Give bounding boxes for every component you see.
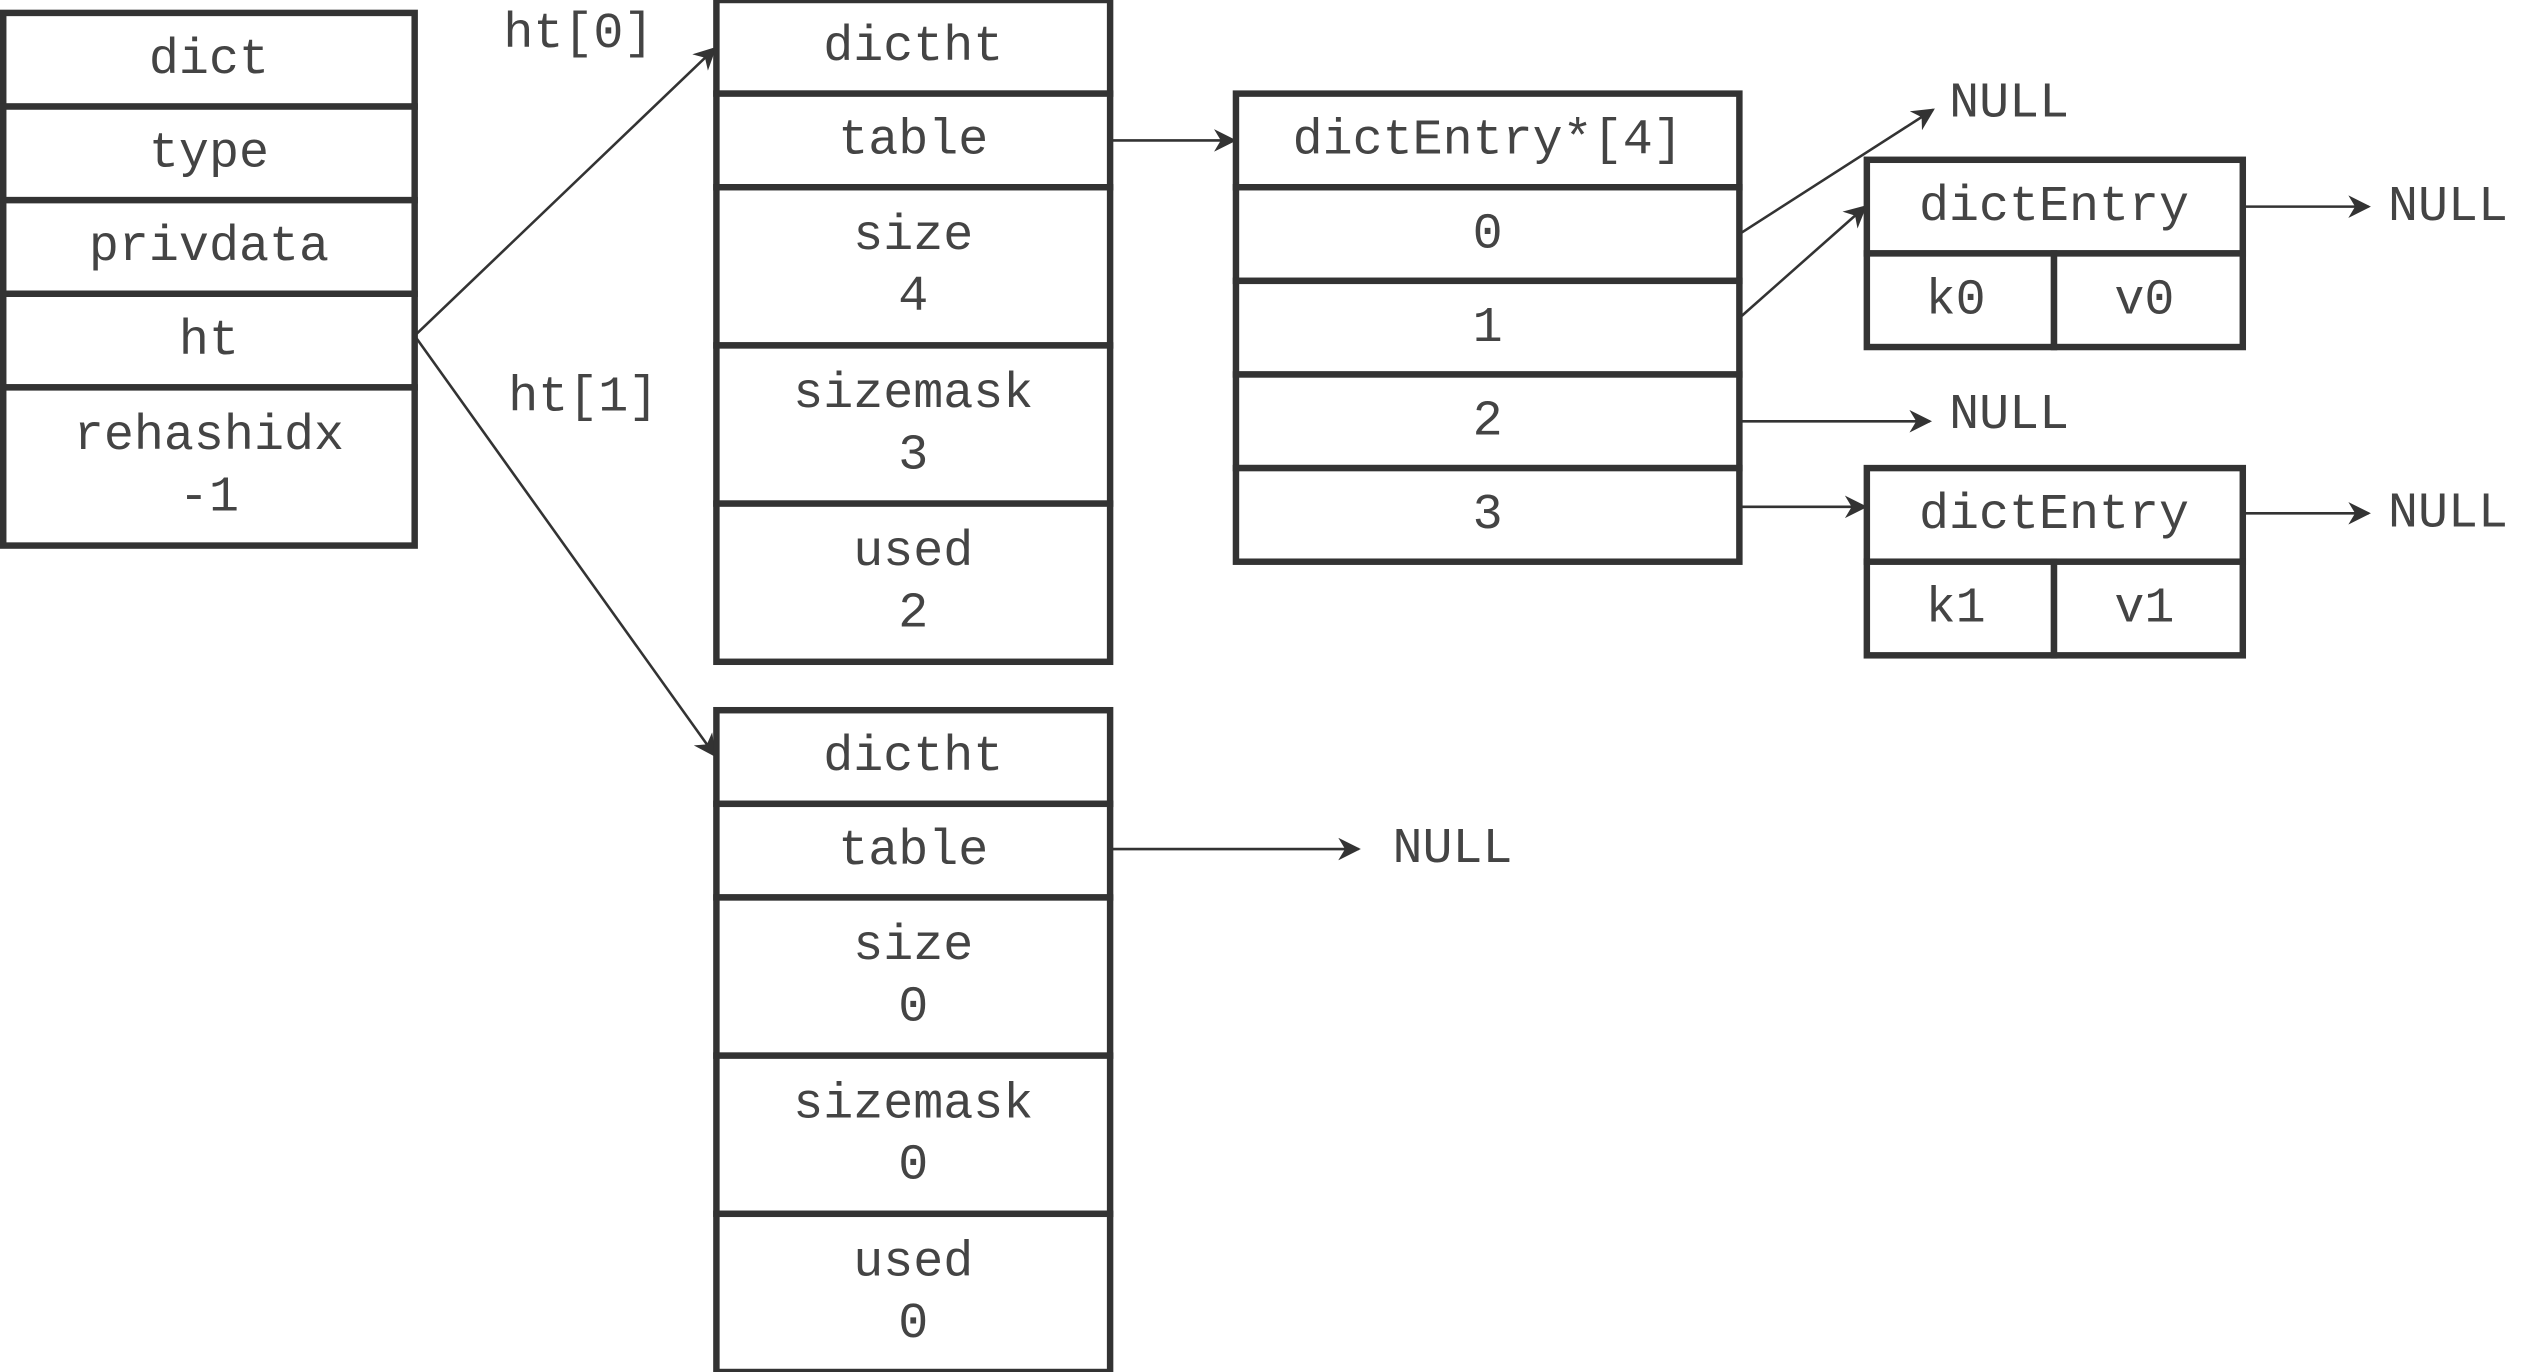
dictht-0-field-value: 4 (898, 269, 928, 326)
entry0-next-null: NULL (2388, 179, 2508, 236)
dict-struct-field-label: privdata (89, 219, 329, 276)
boxes: dict type privdata ht rehashidx-1 dictht table… (0, 0, 2247, 1372)
dictht-1-field-label: size (853, 918, 973, 975)
entry1-next-null: NULL (2388, 486, 2508, 543)
dictht-0-field-label: used (853, 524, 973, 581)
dictht-0-field-value: 2 (898, 586, 928, 643)
dict-struct-field-label: rehashidx (74, 408, 344, 465)
dict-struct-field-label: dict (149, 32, 269, 89)
bucket0-null: NULL (1949, 76, 2069, 133)
ht1-label: ht[1] (508, 369, 658, 426)
dictht-0-field-label: table (838, 113, 988, 170)
bucket2-null: NULL (1949, 387, 2069, 444)
dictht-1: dicthttablesize0sizemask0used0 (713, 706, 1114, 1372)
bucket-array-field-label: 1 (1473, 300, 1503, 357)
dict-struct-field-label: ht (179, 313, 239, 370)
dictht-0: dictht table size4 sizemask3 used2 (713, 0, 1114, 666)
bucket-array-field-label: 2 (1473, 393, 1503, 450)
dict-entry-key: k1 (1926, 581, 1986, 638)
ht0-label: ht[0] (503, 6, 653, 63)
dictht-1-field-label: sizemask (793, 1076, 1033, 1133)
dict-entry-1: dictEntry k1 v1 (1863, 464, 2247, 659)
dictht-0-field-label: dictht (823, 19, 1003, 76)
dict-struct: dict type privdata ht rehashidx-1 (0, 9, 418, 549)
ht1-table-null: NULL (1392, 821, 1512, 878)
dict-entry-value: v0 (2114, 272, 2174, 329)
dictht-0-field-label: size (853, 208, 973, 265)
dictht-1-field-label: used (853, 1234, 973, 1291)
dict-entry-0: dictEntry k0 v0 (1863, 156, 2247, 351)
redis-dict-diagram: dict type privdata ht rehashidx-1 dictht table… (0, 0, 2508, 1372)
bucket-array-field-label: 3 (1473, 487, 1503, 544)
dict-entry-key: k0 (1926, 272, 1986, 329)
dict-entry-title: dictEntry (1919, 179, 2189, 236)
dictht-1-field-value: 0 (898, 1138, 928, 1195)
ht0-pointer-arrow (413, 46, 717, 337)
dict-entry-title: dictEntry (1919, 487, 2189, 544)
dictht-1-field-label: dictht (823, 729, 1003, 786)
bucket-array-field-label: dictEntry*[4] (1293, 113, 1683, 170)
dictht-1-field-value: 0 (898, 979, 928, 1036)
dictht-1-field-label: table (838, 823, 988, 880)
bucket-array: dictEntry*[4] 0 1 2 3 (1232, 90, 1743, 565)
dict-struct-field-value: -1 (179, 469, 239, 526)
dictht-0-field-label: sizemask (793, 366, 1033, 423)
dictht-1-field-value: 0 (898, 1296, 928, 1353)
dictht-0-field-value: 3 (898, 427, 928, 484)
bucket-array-field-label: 0 (1473, 206, 1503, 263)
dict-entry-value: v1 (2114, 581, 2174, 638)
dict-struct-field-label: type (149, 126, 269, 183)
